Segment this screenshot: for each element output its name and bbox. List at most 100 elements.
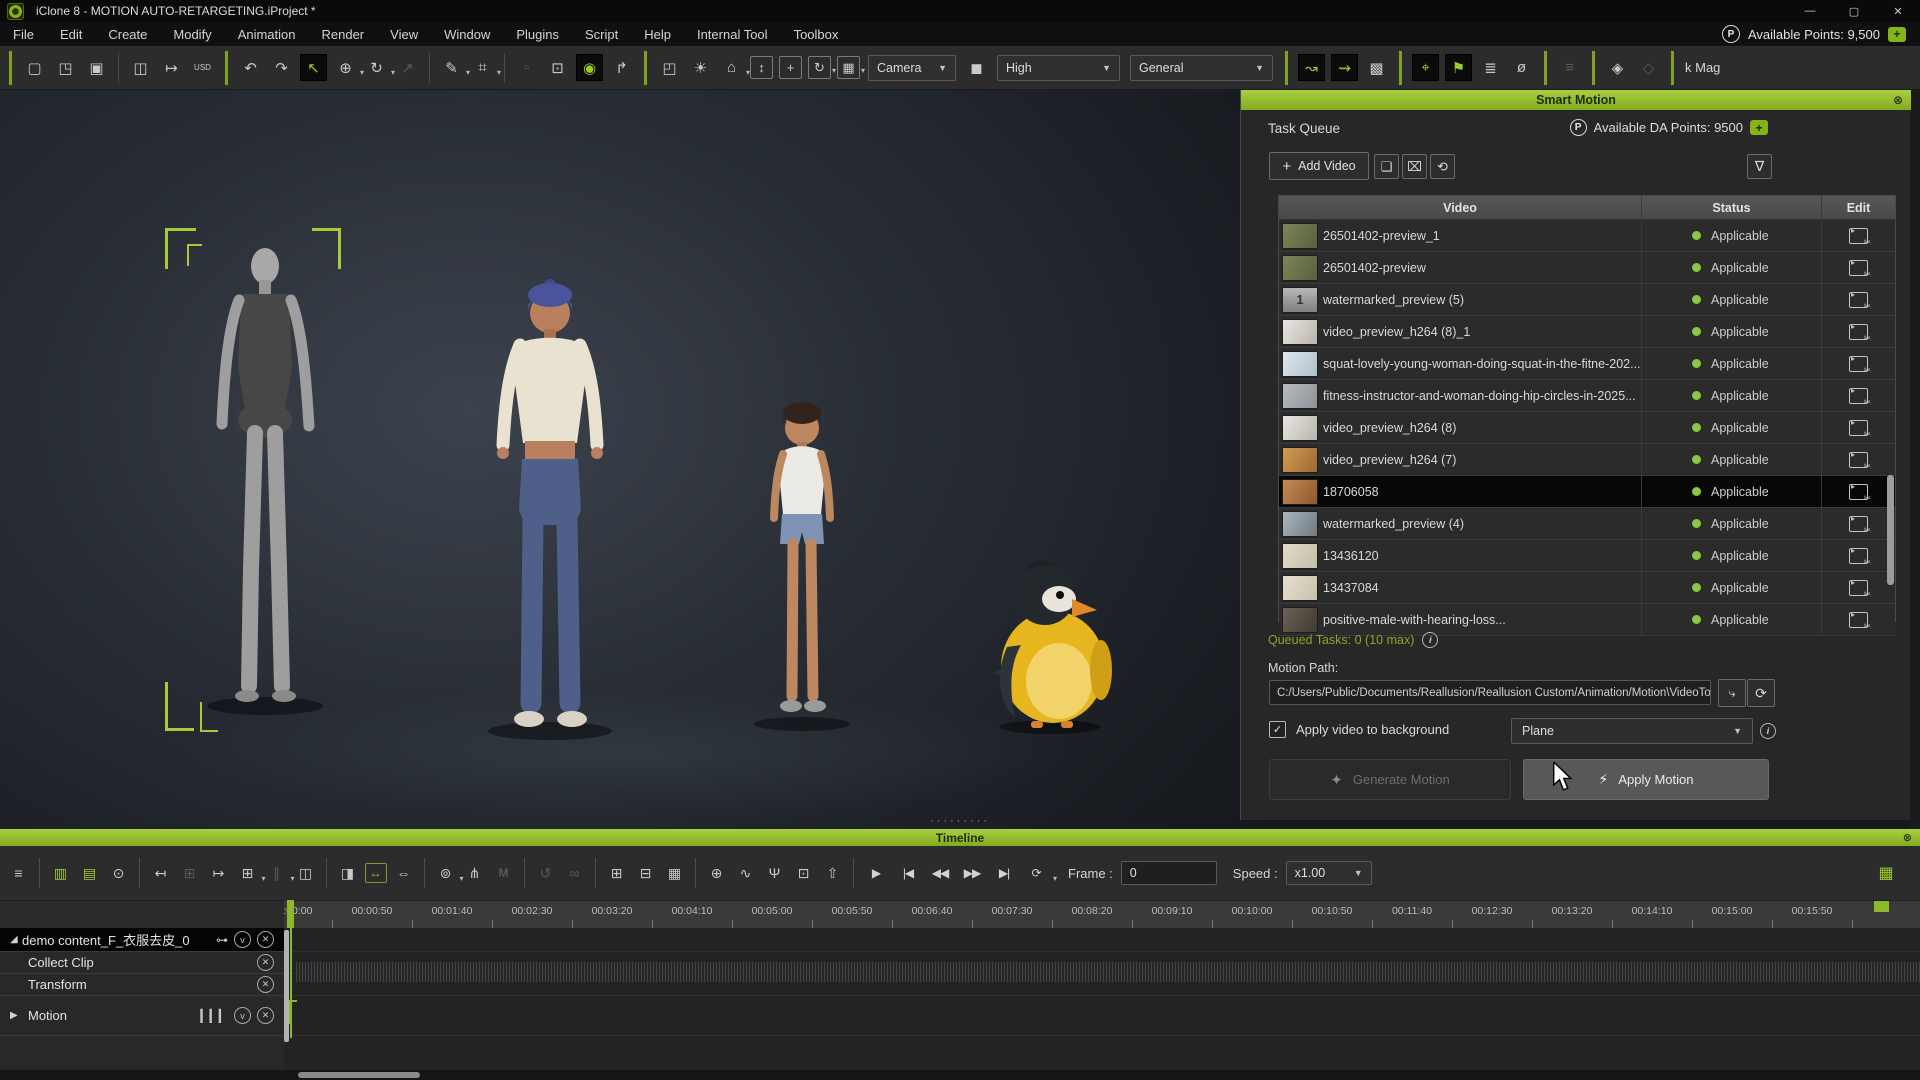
track-list-icon[interactable]: ≡ xyxy=(7,861,31,885)
move-tool-icon[interactable]: ⊕ xyxy=(333,55,358,80)
menu-item[interactable]: View xyxy=(377,27,431,42)
show-hidden-eye-icon[interactable]: ◉ xyxy=(576,54,603,81)
edit-clip-icon[interactable]: ✂ xyxy=(1849,228,1868,244)
column-header-status[interactable]: Status xyxy=(1642,196,1822,219)
add-key-icon[interactable]: ⊞ xyxy=(178,861,202,885)
camera-cube-icon[interactable]: ▦ xyxy=(837,56,860,79)
fit-range-icon[interactable]: ⇔ xyxy=(392,861,416,885)
go-end-button[interactable]: ▶| xyxy=(988,861,1020,885)
edit-clip-icon[interactable]: ✂ xyxy=(1849,452,1868,468)
timeline-hscrollbar[interactable] xyxy=(0,1070,1920,1080)
edit-clip-icon[interactable]: ✂ xyxy=(1849,324,1868,340)
dope-sheet-icon[interactable]: ◨ xyxy=(336,861,360,885)
remove-track-icon[interactable]: ⊟ xyxy=(634,861,658,885)
edit-clip-icon[interactable]: ✂ xyxy=(1849,420,1868,436)
open-project-icon[interactable]: ◳ xyxy=(53,55,78,80)
toolbar-separator[interactable] xyxy=(1399,51,1402,85)
collect-clip-icon[interactable]: ▥ xyxy=(49,861,73,885)
table-row[interactable]: 18706058 Applicable ✂ xyxy=(1279,476,1895,508)
edit-clip-icon[interactable]: ✂ xyxy=(1849,548,1868,564)
edit-clip-icon[interactable]: ✂ xyxy=(1849,388,1868,404)
background-surface-select[interactable]: Plane ▼ xyxy=(1511,718,1753,744)
toolbar-separator[interactable] xyxy=(1592,51,1595,85)
toolbar-separator[interactable] xyxy=(9,51,12,85)
loop-playback-button[interactable]: ⟳ xyxy=(1020,861,1052,885)
track-scrollbar[interactable] xyxy=(284,930,289,1042)
track-row-transform[interactable]: Transform ✕ xyxy=(0,974,284,996)
table-scrollbar[interactable] xyxy=(1887,475,1894,585)
scene-light-icon[interactable]: ☀ xyxy=(688,55,713,80)
menu-item[interactable]: Render xyxy=(309,27,378,42)
toolbar-divider[interactable] xyxy=(118,53,119,83)
character-mannequin[interactable] xyxy=(185,228,345,718)
menu-item[interactable]: Help xyxy=(631,27,684,42)
clip-list-icon[interactable]: ≣ xyxy=(1478,55,1503,80)
tl-divider[interactable] xyxy=(853,858,854,888)
toolbar-separator[interactable] xyxy=(1285,51,1288,85)
pose-keyframe-icon[interactable]: ⌖ xyxy=(1412,54,1439,81)
reset-motion-icon[interactable]: ↺ xyxy=(534,861,558,885)
character-bird[interactable] xyxy=(975,555,1125,735)
table-row[interactable]: 1 watermarked_preview (5) Applicable ✂ xyxy=(1279,284,1895,316)
edit-clip-icon[interactable]: ✂ xyxy=(1849,580,1868,596)
menu-item[interactable]: Internal Tool xyxy=(684,27,781,42)
close-icon[interactable]: ⊗ xyxy=(1893,93,1903,107)
foot-contact-icon[interactable]: ⇝ xyxy=(1331,54,1358,81)
redo-icon[interactable]: ↷ xyxy=(269,55,294,80)
info-icon[interactable]: i xyxy=(1760,723,1776,739)
undo-icon[interactable]: ↶ xyxy=(238,55,263,80)
info-icon[interactable]: i xyxy=(1422,632,1438,648)
menu-item[interactable]: Plugins xyxy=(503,27,572,42)
material-diamond-icon[interactable]: ◈ xyxy=(1605,55,1630,80)
split-clip-icon[interactable]: ∥ xyxy=(265,861,289,885)
viewport-layout-icon[interactable]: ◰ xyxy=(657,55,682,80)
table-row[interactable]: video_preview_h264 (8)_1 Applicable ✂ xyxy=(1279,316,1895,348)
character-girl[interactable] xyxy=(737,396,867,734)
keyframe-density-band[interactable] xyxy=(296,962,1920,982)
apply-video-checkbox[interactable]: ✓ xyxy=(1269,721,1286,738)
export-usd-icon[interactable]: USD xyxy=(190,55,215,80)
go-start-button[interactable]: |◀ xyxy=(892,861,924,885)
edit-clip-icon[interactable]: ✂ xyxy=(1849,516,1868,532)
grid-view-icon[interactable]: ▦ xyxy=(663,861,687,885)
menu-item[interactable]: Script xyxy=(572,27,631,42)
track-content-row[interactable] xyxy=(290,996,1920,1036)
minimize-button[interactable]: — xyxy=(1788,0,1832,22)
expand-triangle-icon[interactable]: ▶ xyxy=(10,1010,22,1021)
remove-track-icon[interactable]: ✕ xyxy=(257,976,274,993)
playhead-marker[interactable] xyxy=(287,900,294,928)
range-end-marker[interactable] xyxy=(1874,901,1889,912)
table-row[interactable]: 26501402-preview Applicable ✂ xyxy=(1279,252,1895,284)
motion-path-icon[interactable]: ø xyxy=(1509,55,1534,80)
timeline-hscrollbar-thumb[interactable] xyxy=(298,1072,420,1078)
tl-divider[interactable] xyxy=(139,858,140,888)
track-row-motion[interactable]: ▶ Motion ▎▎▎v✕ xyxy=(0,996,284,1036)
edit-clip-icon[interactable]: ✂ xyxy=(1849,292,1868,308)
table-row[interactable]: 26501402-preview_1 Applicable ✂ xyxy=(1279,220,1895,252)
smart-motion-header[interactable]: Smart Motion ⊗ xyxy=(1241,90,1911,110)
menu-item[interactable]: Edit xyxy=(47,27,95,42)
frame-camera-icon[interactable]: ⊡ xyxy=(792,861,816,885)
timeline-title-bar[interactable]: Timeline ⊗ xyxy=(0,829,1920,846)
menu-item[interactable]: Window xyxy=(431,27,503,42)
edit-clip-icon[interactable]: ✂ xyxy=(1849,484,1868,500)
table-row[interactable]: squat-lovely-young-woman-doing-squat-in-… xyxy=(1279,348,1895,380)
home-view-icon[interactable]: ⌂ xyxy=(719,55,744,80)
material-diamond2-icon[interactable]: ◇ xyxy=(1636,55,1661,80)
table-row[interactable]: video_preview_h264 (8) Applicable ✂ xyxy=(1279,412,1895,444)
edit-clip-icon[interactable]: ✂ xyxy=(1849,612,1868,628)
attach-tool-icon[interactable]: ✎ xyxy=(439,55,464,80)
add-da-points-button[interactable]: + xyxy=(1750,120,1768,135)
mirror-motion-icon[interactable]: M xyxy=(492,861,516,885)
column-header-video[interactable]: Video xyxy=(1279,196,1642,219)
tl-divider[interactable] xyxy=(595,858,596,888)
scale-tool-icon[interactable]: ↗ xyxy=(395,55,420,80)
reach-target-icon[interactable]: ↝ xyxy=(1298,54,1325,81)
tl-divider[interactable] xyxy=(524,858,525,888)
menu-item[interactable]: File xyxy=(0,27,47,42)
mocap-person-icon[interactable]: Ψ xyxy=(763,861,787,885)
table-row[interactable]: 13437084 Applicable ✂ xyxy=(1279,572,1895,604)
refresh-tasks-button[interactable]: ⟲ xyxy=(1430,154,1455,179)
tl-divider[interactable] xyxy=(326,858,327,888)
link-motion-icon[interactable]: ∞ xyxy=(563,861,587,885)
